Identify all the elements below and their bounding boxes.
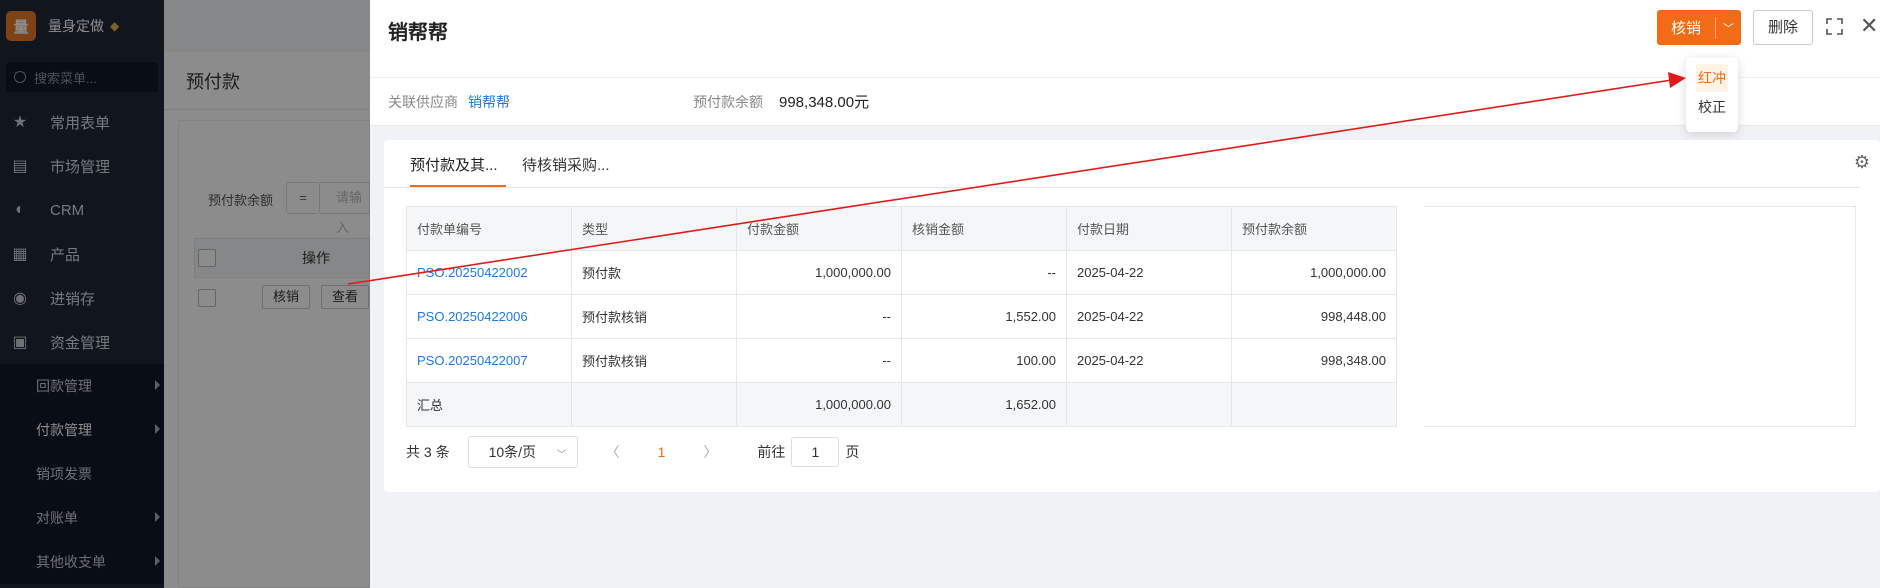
chevron-down-icon[interactable]: ﹀ [1716, 20, 1741, 36]
current-page[interactable]: 1 [658, 444, 666, 460]
table-header-row: 付款单编号 类型 付款金额 核销金额 付款日期 预付款余额 [406, 206, 1397, 251]
page-size-select[interactable]: 10条/页 ﹀ [467, 436, 578, 468]
tab-bar: 预付款及其... 待核销采购... [384, 140, 1860, 188]
supplier-link[interactable]: 销帮帮 [468, 92, 510, 112]
column-header: 付款单编号 [406, 206, 572, 251]
menu-item-correct[interactable]: 校正 [1686, 92, 1738, 122]
menu-item-red-reverse[interactable]: 红冲 [1696, 64, 1728, 92]
table-cell: -- [901, 250, 1067, 295]
summary-payment-total: 1,000,000.00 [736, 382, 902, 427]
writeoff-split-button[interactable]: 核销 ﹀ [1657, 10, 1741, 45]
table-cell: 1,000,000.00 [736, 250, 902, 295]
summary-label: 汇总 [406, 382, 572, 427]
active-tab-indicator [410, 185, 506, 187]
table-cell: -- [736, 338, 902, 383]
info-row: 关联供应商 销帮帮 预付款余额 998,348.00元 [370, 78, 1880, 126]
detail-card: 预付款及其... 待核销采购... ⚙ 付款单编号 类型 付款金额 核销金额 付… [384, 140, 1880, 492]
table-cell: 2025-04-22 [1066, 338, 1232, 383]
table-row: PSO.20250422002 预付款 1,000,000.00 -- 2025… [406, 250, 1397, 295]
gear-icon[interactable]: ⚙ [1854, 152, 1870, 173]
table-cell [571, 382, 737, 427]
drawer-header: 销帮帮 核销 ﹀ 删除 ✕ [370, 0, 1880, 78]
goto-label: 前往 [757, 444, 786, 460]
delete-button[interactable]: 删除 [1753, 10, 1813, 45]
prepayment-table: 付款单编号 类型 付款金额 核销金额 付款日期 预付款余额 PSO.202504… [406, 206, 1397, 427]
writeoff-dropdown-menu: 红冲 校正 [1686, 58, 1738, 132]
table-cell [1231, 382, 1397, 427]
modal-overlay [0, 0, 370, 588]
tab-prepayment[interactable]: 预付款及其... [410, 154, 498, 175]
column-header: 类型 [571, 206, 737, 251]
page-suffix: 页 [845, 444, 860, 460]
total-count: 共 3 条 [406, 444, 450, 460]
balance-label: 预付款余额 [693, 93, 763, 110]
close-icon[interactable]: ✕ [1860, 15, 1878, 37]
summary-writeoff-total: 1,652.00 [901, 382, 1067, 427]
column-header: 付款日期 [1066, 206, 1232, 251]
balance-value: 998,348.00元 [779, 94, 870, 111]
fullscreen-icon[interactable] [1826, 18, 1843, 35]
column-header: 核销金额 [901, 206, 1067, 251]
writeoff-button-label[interactable]: 核销 [1657, 17, 1715, 38]
drawer-title: 销帮帮 [388, 22, 448, 44]
table-cell: 998,348.00 [1231, 338, 1397, 383]
column-header: 付款金额 [736, 206, 902, 251]
supplier-label: 关联供应商 [388, 93, 458, 110]
table-row: PSO.20250422007 预付款核销 -- 100.00 2025-04-… [406, 338, 1397, 383]
tab-pending-purchase[interactable]: 待核销采购... [522, 154, 610, 175]
next-page-icon[interactable]: 〉 [703, 442, 717, 462]
table-cell: 预付款核销 [571, 294, 737, 339]
summary-row: 汇总 1,000,000.00 1,652.00 [406, 382, 1397, 427]
payment-number-link[interactable]: PSO.20250422006 [406, 294, 572, 339]
table-cell: 998,448.00 [1231, 294, 1397, 339]
pagination: 共 3 条 10条/页 ﹀ 〈 1 〉 前往 1 页 [406, 436, 859, 468]
table-cell: -- [736, 294, 902, 339]
column-header: 预付款余额 [1231, 206, 1397, 251]
chevron-down-icon: ﹀ [556, 450, 567, 461]
table-empty-area [1424, 206, 1856, 427]
table-cell: 1,552.00 [901, 294, 1067, 339]
prev-page-icon[interactable]: 〈 [606, 442, 620, 462]
page-size-value: 10条/页 [488, 444, 537, 460]
table-cell: 2025-04-22 [1066, 294, 1232, 339]
goto-page-input[interactable]: 1 [791, 437, 840, 467]
table-cell: 预付款核销 [571, 338, 737, 383]
table-cell: 2025-04-22 [1066, 250, 1232, 295]
table-cell: 预付款 [571, 250, 737, 295]
table-cell [1066, 382, 1232, 427]
payment-number-link[interactable]: PSO.20250422007 [406, 338, 572, 383]
table-cell: 100.00 [901, 338, 1067, 383]
detail-drawer: 销帮帮 核销 ﹀ 删除 ✕ 红冲 校正 关联供应商 销帮帮 预付款余额 998,… [370, 0, 1880, 588]
table-row: PSO.20250422006 预付款核销 -- 1,552.00 2025-0… [406, 294, 1397, 339]
table-cell: 1,000,000.00 [1231, 250, 1397, 295]
payment-number-link[interactable]: PSO.20250422002 [406, 250, 572, 295]
